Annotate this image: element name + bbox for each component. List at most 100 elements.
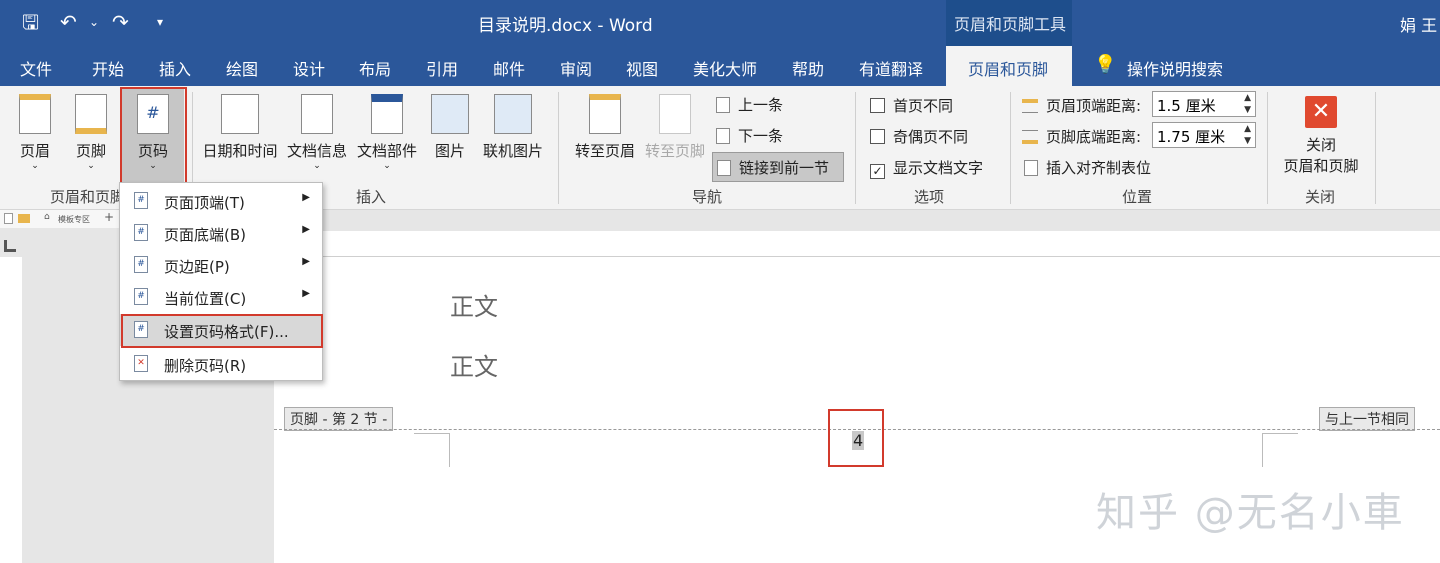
right-margin-corner	[1262, 433, 1298, 467]
add-tab-icon[interactable]: +	[104, 210, 114, 224]
highlight-page-number-button	[120, 87, 187, 185]
tab-review[interactable]: 审阅	[560, 56, 592, 80]
link-to-previous-button[interactable]: 链接到前一节	[712, 152, 844, 182]
pictures-button[interactable]: 图片	[428, 94, 472, 161]
tab-view[interactable]: 视图	[626, 56, 658, 80]
document-tab-bar: ⌂ 模板专区 +	[0, 210, 120, 228]
redo-icon[interactable]: ↷	[112, 10, 129, 34]
menu-item-current-position[interactable]: # 当前位置(C) ▶	[120, 281, 322, 313]
checkbox-box	[870, 98, 885, 113]
submenu-arrow-icon: ▶	[302, 192, 310, 203]
tab-file[interactable]: 文件	[20, 56, 52, 80]
footer-icon	[75, 94, 107, 134]
title-bar: 🖫 ↶ ⌄ ↷ ▾ 目录说明.docx - Word 页眉和页脚工具 娟 王	[0, 0, 1440, 46]
page-margins-icon: #	[134, 256, 148, 273]
customize-qat-icon[interactable]: ▾	[157, 10, 163, 34]
user-name[interactable]: 娟 王	[1400, 12, 1437, 36]
search-tell-me[interactable]: 操作说明搜索	[1127, 56, 1223, 80]
tab-youdao[interactable]: 有道翻译	[859, 56, 923, 80]
body-text-line: 正文	[450, 353, 498, 381]
undo-dropdown-icon[interactable]: ⌄	[89, 10, 99, 34]
page-number-field[interactable]: 4	[852, 431, 865, 450]
footer-from-bottom-label-wrap: 页脚底端距离:	[1022, 126, 1141, 147]
footer-position-icon	[1022, 130, 1038, 144]
next-label: 下一条	[738, 127, 784, 145]
tab-design[interactable]: 设计	[293, 56, 325, 80]
tab-selector-icon[interactable]	[4, 240, 16, 252]
chevron-down-icon: ⌄	[87, 161, 95, 171]
tab-mailings[interactable]: 邮件	[493, 56, 525, 80]
undo-icon[interactable]: ↶	[60, 10, 77, 34]
chevron-down-icon: ⌄	[383, 161, 391, 171]
previous-section-button[interactable]: 上一条	[716, 94, 783, 115]
footer-from-bottom-spinner[interactable]: 1.75 厘米 ▲ ▼	[1152, 122, 1256, 148]
spinner-arrows-icon[interactable]: ▲ ▼	[1244, 92, 1251, 116]
spinner-arrows-icon[interactable]: ▲ ▼	[1244, 123, 1251, 147]
footer-section-tag: 页脚 - 第 2 节 -	[284, 407, 394, 431]
quick-parts-icon	[371, 94, 403, 134]
footer-button[interactable]: 页脚 ⌄	[68, 94, 114, 171]
tab-layout[interactable]: 布局	[359, 56, 391, 80]
footer-from-bottom-label: 页脚底端距离:	[1046, 128, 1142, 146]
group-divider	[558, 92, 559, 204]
group-divider	[1010, 92, 1011, 204]
tab-help[interactable]: 帮助	[792, 56, 824, 80]
group-label-header-footer: 页眉和页脚	[50, 188, 126, 206]
submenu-arrow-icon: ▶	[302, 288, 310, 299]
menu-item-label: 页面顶端(T)	[164, 194, 245, 212]
header-button[interactable]: 页眉 ⌄	[12, 94, 58, 171]
checkmark-icon: ✓	[870, 164, 885, 179]
new-doc-icon[interactable]	[4, 213, 13, 224]
menu-item-remove-page-numbers[interactable]: ✕ 删除页码(R)	[120, 348, 322, 380]
header-from-top-value: 1.5 厘米	[1157, 97, 1216, 115]
show-document-text-checkbox[interactable]: ✓ 显示文档文字	[870, 157, 983, 179]
menu-item-page-margins[interactable]: # 页边距(P) ▶	[120, 249, 322, 281]
document-info-button[interactable]: 文档信息 ⌄	[284, 94, 350, 171]
goto-header-button[interactable]: 转至页眉	[570, 94, 640, 161]
same-as-previous-tag: 与上一节相同	[1319, 407, 1415, 431]
goto-footer-button[interactable]: 转至页脚	[640, 94, 710, 161]
tab-insert[interactable]: 插入	[159, 56, 191, 80]
tab-draw[interactable]: 绘图	[226, 56, 258, 80]
menu-item-top-of-page[interactable]: # 页面顶端(T) ▶	[120, 185, 322, 217]
horizontal-ruler[interactable]	[274, 231, 1440, 257]
header-from-top-spinner[interactable]: 1.5 厘米 ▲ ▼	[1152, 91, 1256, 117]
date-time-label: 日期和时间	[202, 142, 278, 160]
page-bottom-icon: #	[134, 224, 148, 241]
close-header-footer-button[interactable]: ✕ 关闭 页眉和页脚	[1278, 96, 1364, 176]
first-page-different-checkbox[interactable]: 首页不同	[870, 95, 953, 116]
previous-icon	[716, 97, 730, 113]
context-tool-title: 页眉和页脚工具	[946, 0, 1072, 46]
tab-beautify[interactable]: 美化大师	[693, 56, 757, 80]
date-time-button[interactable]: 日期和时间	[198, 94, 282, 161]
group-label-insert: 插入	[356, 188, 387, 206]
menu-item-label: 页面底端(B)	[164, 226, 246, 244]
document-info-icon	[301, 94, 333, 134]
tab-home[interactable]: 开始	[92, 56, 124, 80]
header-icon	[19, 94, 51, 134]
group-label-position: 位置	[1122, 188, 1153, 206]
folder-icon[interactable]	[18, 214, 30, 223]
menu-item-label: 当前位置(C)	[164, 290, 247, 308]
odd-even-different-checkbox[interactable]: 奇偶页不同	[870, 126, 968, 147]
tab-header-footer[interactable]: 页眉和页脚	[946, 46, 1072, 86]
tab-references[interactable]: 引用	[426, 56, 458, 80]
quick-parts-button[interactable]: 文档部件 ⌄	[354, 94, 420, 171]
document-tab[interactable]: 模板专区	[58, 214, 90, 225]
home-icon[interactable]: ⌂	[44, 212, 50, 222]
first-page-different-label: 首页不同	[893, 97, 954, 115]
document-info-label: 文档信息	[286, 142, 347, 160]
chevron-down-icon: ⌄	[31, 161, 39, 171]
remove-page-numbers-icon: ✕	[134, 355, 148, 372]
save-icon[interactable]: 🖫	[22, 10, 39, 34]
close-label-line2: 页眉和页脚	[1283, 157, 1359, 175]
menu-item-bottom-of-page[interactable]: # 页面底端(B) ▶	[120, 217, 322, 249]
current-position-icon: #	[134, 288, 148, 305]
online-pictures-label: 联机图片	[482, 142, 543, 160]
next-section-button[interactable]: 下一条	[716, 125, 783, 146]
lightbulb-icon: 💡	[1094, 54, 1117, 75]
footer-button-label: 页脚	[75, 142, 106, 160]
vertical-ruler[interactable]	[0, 257, 22, 563]
insert-alignment-tab-button[interactable]: 插入对齐制表位	[1024, 157, 1151, 178]
online-pictures-button[interactable]: 联机图片	[478, 94, 548, 161]
